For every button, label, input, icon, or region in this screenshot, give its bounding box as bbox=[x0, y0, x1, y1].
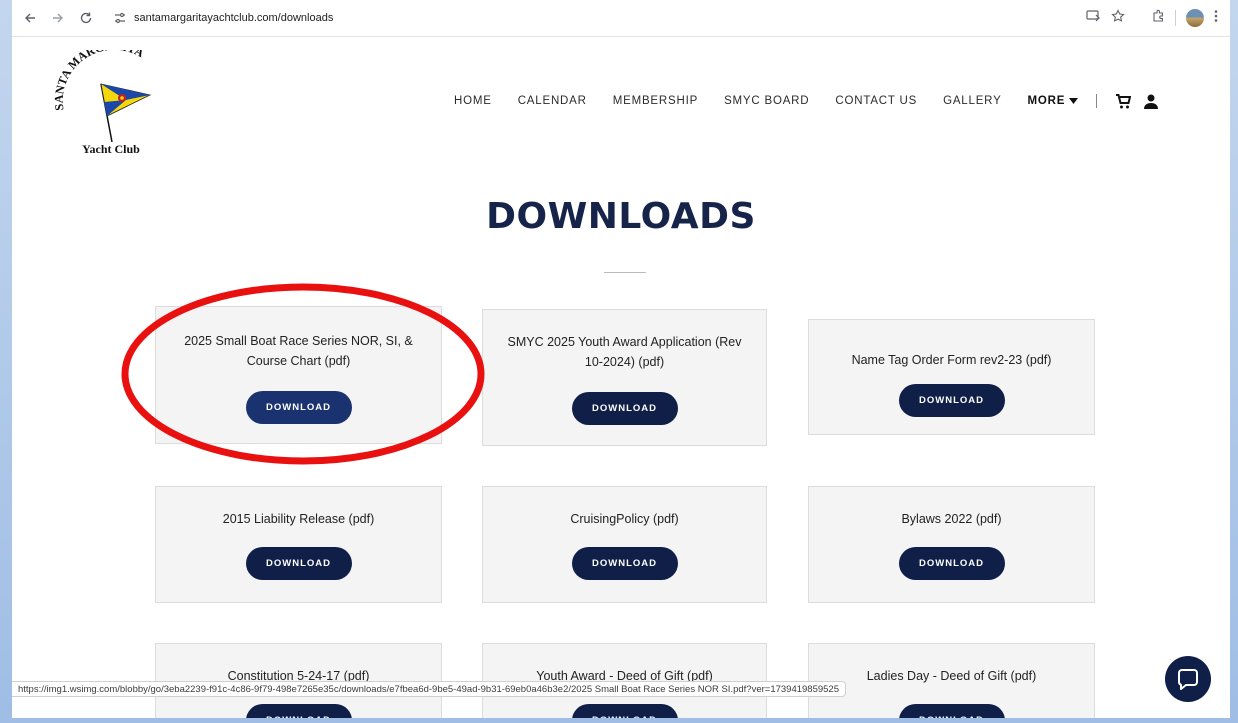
logo-yacht-club-text: Yacht Club bbox=[82, 142, 140, 156]
download-card: SMYC 2025 Youth Award Application (Rev 1… bbox=[482, 309, 767, 446]
nav-divider bbox=[1096, 94, 1098, 108]
download-card: 2015 Liability Release (pdf) DOWNLOAD bbox=[155, 486, 442, 603]
browser-menu-icon[interactable] bbox=[1214, 9, 1218, 28]
browser-window: santamargaritayachtclub.com/downloads SA… bbox=[12, 0, 1230, 718]
page-title: DOWNLOADS bbox=[486, 196, 756, 237]
nav-more-label: MORE bbox=[1027, 95, 1066, 107]
download-button[interactable]: DOWNLOAD bbox=[898, 704, 1005, 718]
browser-nav-buttons bbox=[18, 6, 98, 30]
cart-icon[interactable] bbox=[1115, 93, 1132, 109]
download-button[interactable]: DOWNLOAD bbox=[571, 704, 678, 718]
nav-gallery[interactable]: GALLERY bbox=[943, 95, 1001, 107]
download-button[interactable]: DOWNLOAD bbox=[571, 547, 678, 580]
toolbar-divider bbox=[1175, 10, 1176, 26]
download-card: Name Tag Order Form rev2-23 (pdf) DOWNLO… bbox=[808, 319, 1095, 435]
download-button[interactable]: DOWNLOAD bbox=[245, 391, 352, 424]
nav-calendar[interactable]: CALENDAR bbox=[518, 95, 587, 107]
nav-smyc-board[interactable]: SMYC BOARD bbox=[724, 95, 809, 107]
download-title: Ladies Day - Deed of Gift (pdf) bbox=[866, 669, 1037, 683]
toolbar-divider bbox=[1135, 10, 1141, 26]
download-card: 2025 Small Boat Race Series NOR, SI, & C… bbox=[155, 306, 442, 444]
bookmark-star-icon[interactable] bbox=[1111, 8, 1125, 28]
club-logo[interactable]: SANTA MARGARITA Yacht Club bbox=[46, 39, 176, 160]
back-arrow-icon[interactable] bbox=[18, 6, 42, 30]
extensions-icon[interactable] bbox=[1151, 9, 1165, 28]
download-title: Name Tag Order Form rev2-23 (pdf) bbox=[851, 353, 1052, 367]
download-button[interactable]: DOWNLOAD bbox=[898, 547, 1005, 580]
download-card: Bylaws 2022 (pdf) DOWNLOAD bbox=[808, 486, 1095, 603]
browser-actions bbox=[1086, 8, 1218, 28]
download-button[interactable]: DOWNLOAD bbox=[571, 392, 678, 425]
link-status-bar: https://img1.wsimg.com/blobby/go/3eba223… bbox=[12, 681, 847, 697]
nav-contact-us[interactable]: CONTACT US bbox=[835, 95, 917, 107]
download-title: CruisingPolicy (pdf) bbox=[570, 512, 679, 526]
burgee-logo-graphic: SANTA MARGARITA bbox=[52, 39, 152, 143]
chat-bubble-icon bbox=[1178, 669, 1198, 690]
account-icon[interactable] bbox=[1143, 93, 1159, 109]
download-title: Bylaws 2022 (pdf) bbox=[901, 512, 1002, 526]
site-header: SANTA MARGARITA Yacht Club HOME CALENDAR… bbox=[12, 38, 1230, 168]
download-button[interactable]: DOWNLOAD bbox=[245, 704, 352, 718]
download-card: CruisingPolicy (pdf) DOWNLOAD bbox=[482, 486, 767, 603]
browser-toolbar: santamargaritayachtclub.com/downloads bbox=[12, 0, 1230, 37]
profile-avatar-icon[interactable] bbox=[1186, 9, 1204, 27]
site-settings-icon[interactable] bbox=[112, 10, 128, 26]
nav-home[interactable]: HOME bbox=[454, 95, 492, 107]
url-text[interactable]: santamargaritayachtclub.com/downloads bbox=[134, 12, 333, 24]
reload-icon[interactable] bbox=[74, 6, 98, 30]
forward-arrow-icon[interactable] bbox=[46, 6, 70, 30]
heading-divider bbox=[604, 272, 646, 273]
install-app-icon[interactable] bbox=[1086, 9, 1101, 28]
nav-membership[interactable]: MEMBERSHIP bbox=[613, 95, 698, 107]
address-bar[interactable]: santamargaritayachtclub.com/downloads bbox=[104, 5, 1086, 31]
download-card: Ladies Day - Deed of Gift (pdf) DOWNLOAD bbox=[808, 643, 1095, 718]
download-button[interactable]: DOWNLOAD bbox=[898, 384, 1005, 417]
download-title: SMYC 2025 Youth Award Application (Rev 1… bbox=[507, 335, 742, 369]
nav-more-dropdown[interactable]: MORE bbox=[1028, 95, 1079, 107]
main-navigation: HOME CALENDAR MEMBERSHIP SMYC BOARD CONT… bbox=[454, 93, 1171, 109]
chat-button[interactable] bbox=[1165, 656, 1211, 702]
download-button[interactable]: DOWNLOAD bbox=[245, 547, 352, 580]
download-title: 2025 Small Boat Race Series NOR, SI, & C… bbox=[184, 334, 413, 368]
download-title: 2015 Liability Release (pdf) bbox=[222, 512, 375, 526]
caret-down-icon bbox=[1069, 98, 1079, 104]
